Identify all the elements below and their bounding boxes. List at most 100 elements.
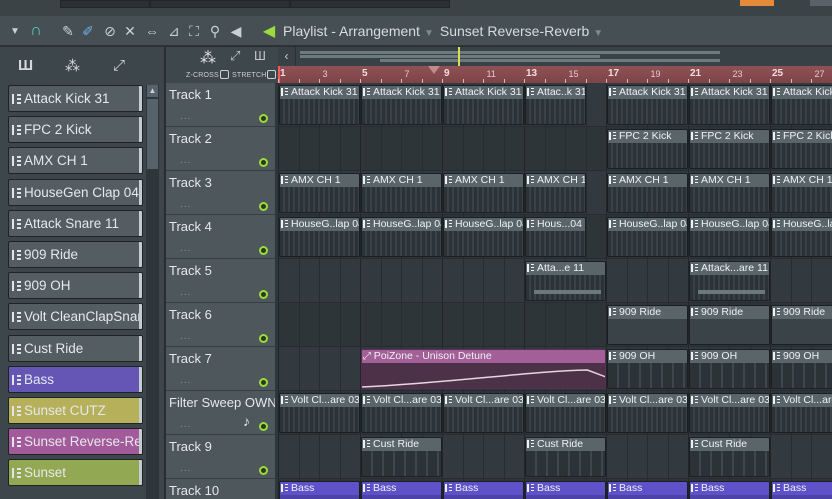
track-mute-led[interactable] [259,334,268,343]
pattern-clip-icon[interactable]: Ш [254,48,266,63]
pattern-clip[interactable]: Attack Kick 31 [443,85,524,125]
audio-clip-icon[interactable]: ⁂ [200,48,216,68]
paint-tool-icon[interactable]: ✐ [80,16,96,46]
zcross-toggle[interactable]: Z-CROSS [186,70,229,79]
playlist-overview[interactable]: ‹ [278,47,832,66]
channel-button[interactable]: Cust Ride [8,334,143,362]
tab-automation-icon[interactable]: ⤢ [113,57,125,74]
delete-tool-icon[interactable]: ⊘ [102,16,118,46]
track-header[interactable]: Track 10... [166,479,275,499]
pattern-clip[interactable]: HouseG..lap 04 [361,217,442,257]
pattern-clip[interactable]: AMX CH 1 [771,173,832,213]
magnet-icon[interactable]: ∩ [27,16,45,46]
pattern-dropdown-icon[interactable]: ▼ [593,28,603,39]
pattern-clip[interactable]: Volt Cl...are 03 [607,393,688,433]
track-mute-led[interactable] [259,114,268,123]
pattern-clip[interactable]: Bass [443,481,524,499]
track-options-icon[interactable]: ... [180,375,191,386]
pattern-clip[interactable]: Attack Kick 31 [771,85,832,125]
pattern-clip[interactable]: Bass [689,481,770,499]
channel-button[interactable]: AMX CH 1 [8,147,143,175]
channel-button[interactable]: Bass [8,365,143,393]
pattern-selector[interactable]: Sunset Reverse-Reverb [440,23,589,39]
track-header[interactable]: Track 7... [166,347,275,391]
record-button[interactable] [740,0,774,6]
track-options-icon[interactable]: ... [180,243,191,254]
toolbar-button[interactable] [810,0,832,6]
pattern-clip[interactable]: AMX CH 1 [443,173,524,213]
pattern-clip[interactable]: 909 OH [607,349,688,389]
track-options-icon[interactable]: ... [180,111,191,122]
channel-button[interactable]: Sunset CUTZ [8,397,143,424]
pattern-clip[interactable]: Bass [525,481,606,499]
automation-clip[interactable]: ⤢ PoiZone - Unison Detune [361,349,606,389]
title-dropdown-icon[interactable]: ▼ [424,28,434,39]
channel-button[interactable]: HouseGen Clap 04 [8,178,143,206]
pattern-clip[interactable]: FPC 2 Kick [771,129,832,169]
pattern-clip[interactable]: Attack Kick 31 [361,85,442,125]
playback-tool-icon[interactable]: ◀ [228,16,244,46]
pattern-clip[interactable]: Volt Cl...are 03 [689,393,770,433]
automation-clip-icon[interactable]: ⤢ [230,48,240,64]
pattern-clip[interactable]: 909 Ride [607,305,688,345]
pattern-clip[interactable]: AMX CH 1 [689,173,770,213]
track-options-icon[interactable]: ... [180,463,191,474]
pattern-clip[interactable]: Volt Cl...are 03 [771,393,832,433]
channel-button[interactable]: 909 OH [8,272,143,300]
pattern-clip[interactable]: Attack Kick 31 [607,85,688,125]
pattern-clip[interactable]: HouseG..lap 04 [443,217,524,257]
mute-tool-icon[interactable]: ✕ [122,16,138,46]
track-mute-led[interactable] [259,202,268,211]
draw-tool-icon[interactable]: ✎ [60,16,76,46]
pattern-clip[interactable]: AMX CH 1 [525,173,586,213]
scrollbar-thumb[interactable] [147,99,158,169]
pattern-clip[interactable]: Volt Cl...are 03 [443,393,524,433]
track-header[interactable]: Track 1... [166,83,275,127]
track-mute-led[interactable] [259,246,268,255]
track-options-icon[interactable]: ... [180,155,191,166]
overview-playhead[interactable] [458,47,460,66]
track-options-icon[interactable]: ... [180,199,191,210]
track-header[interactable]: Track 2... [166,127,275,171]
pattern-clip[interactable]: AMX CH 1 [361,173,442,213]
track-header[interactable]: Track 4... [166,215,275,259]
pattern-clip[interactable]: Cust Ride [361,437,442,477]
pattern-clip[interactable]: 909 Ride [689,305,770,345]
browser-scrollbar[interactable]: ▲ [146,85,159,499]
stretch-toggle[interactable]: STRETCH [232,70,277,79]
playlist-grid[interactable]: Attack Kick 31 Attack Kick 31 Attack Kick … [278,83,832,499]
pattern-clip[interactable]: Bass [279,481,360,499]
track-header[interactable]: Track 3... [166,171,275,215]
scroll-up-icon[interactable]: ▲ [147,85,158,97]
track-mute-led[interactable] [259,466,268,475]
pattern-clip[interactable]: Bass [361,481,442,499]
channel-button[interactable]: Volt CleanClapSnare 03 [8,303,143,331]
pattern-clip[interactable]: 909 Ride [771,305,832,345]
select-tool-icon[interactable]: ⛶ [186,16,202,46]
pattern-clip[interactable]: HouseG..lap 04 [279,217,360,257]
channel-button[interactable]: FPC 2 Kick [8,116,143,144]
channel-button[interactable]: Attack Snare 11 [8,209,143,237]
pattern-clip[interactable]: HouseG..lap 04 [689,217,770,257]
channel-button[interactable]: 909 Ride [8,241,143,268]
track-mute-led[interactable] [259,378,268,387]
pattern-clip[interactable]: AMX CH 1 [279,173,360,213]
track-options-icon[interactable]: ... [180,331,191,342]
pattern-clip[interactable]: Volt Cl...are 03 [525,393,606,433]
pattern-clip[interactable]: Attack...are 11 [689,261,770,301]
track-mute-led[interactable] [259,158,268,167]
pattern-clip[interactable]: FPC 2 Kick [689,129,770,169]
menu-arrow-icon[interactable]: ▼ [8,16,22,46]
track-header[interactable]: Track 9... [166,435,275,479]
time-ruler[interactable]: 1 3 5 7 9 11 13 15 17 19 21 23 25 27 [278,66,832,83]
track-header[interactable]: Track 5... [166,259,275,303]
track-options-icon[interactable]: ... [180,287,191,298]
play-position-marker[interactable] [428,66,440,74]
pattern-clip[interactable]: Attac..k 31 [525,85,586,125]
pattern-clip[interactable]: Volt Cl...are 03 [361,393,442,433]
channel-button[interactable]: Sunset [8,459,143,487]
pattern-clip[interactable]: Hous...04 [525,217,586,257]
track-options-icon[interactable]: ... [180,419,191,430]
track-mute-led[interactable] [259,422,268,431]
pattern-clip[interactable]: Attack Kick 31 [279,85,360,125]
